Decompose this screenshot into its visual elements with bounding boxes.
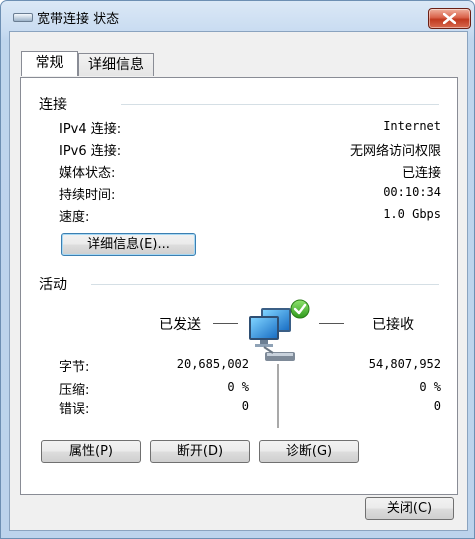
ipv6-label: IPv6 连接:	[59, 144, 122, 159]
connection-group-divider	[121, 104, 439, 105]
sent-line	[213, 323, 238, 324]
activity-group-divider	[91, 284, 439, 285]
status-dialog-window: 宽带连接 状态 常规 详细信息 连接 IPv4 连接: Internet IPv…	[0, 0, 475, 539]
network-computers-icon	[249, 299, 310, 361]
tab-general[interactable]: 常规	[21, 51, 78, 76]
close-window-button[interactable]	[428, 8, 471, 29]
tab-details[interactable]: 详细信息	[78, 53, 154, 76]
speed-value: 1.0 Gbps	[383, 207, 441, 221]
diagnose-button[interactable]: 诊断(G)	[259, 440, 359, 463]
ipv4-value: Internet	[383, 119, 441, 133]
received-label: 已接收	[372, 317, 414, 333]
general-tab-panel: 连接 IPv4 连接: Internet IPv6 连接: 无网络访问权限 媒体…	[20, 77, 458, 495]
bytes-sent-value: 20,685,002	[176, 357, 249, 371]
duration-label: 持续时间:	[59, 188, 116, 203]
title-bar[interactable]: 宽带连接 状态	[1, 1, 474, 31]
window-title: 宽带连接 状态	[37, 12, 120, 27]
errors-label: 错误:	[59, 402, 90, 417]
compression-sent-value: 0 %	[227, 380, 249, 394]
speed-label: 速度:	[59, 210, 90, 225]
errors-sent-value: 0	[241, 399, 249, 413]
dialog-client-area: 常规 详细信息 连接 IPv4 连接: Internet IPv6 连接: 无网…	[9, 31, 468, 531]
compression-received-value: 0 %	[419, 380, 441, 394]
media-state-value: 已连接	[401, 166, 441, 181]
errors-received-value: 0	[433, 399, 441, 413]
bytes-label: 字节:	[59, 360, 90, 375]
compression-label: 压缩:	[59, 383, 90, 398]
properties-button[interactable]: 属性(P)	[41, 440, 141, 463]
close-icon	[443, 13, 456, 24]
details-button[interactable]: 详细信息(E)...	[61, 233, 196, 256]
media-state-label: 媒体状态:	[59, 166, 116, 181]
activity-group-label: 活动	[39, 277, 67, 293]
ipv6-value: 无网络访问权限	[349, 144, 441, 159]
sent-label: 已发送	[159, 317, 201, 333]
bytes-received-value: 54,807,952	[368, 357, 441, 371]
ipv4-label: IPv4 连接:	[59, 122, 122, 137]
modem-icon	[13, 13, 33, 22]
close-button[interactable]: 关闭(C)	[365, 497, 454, 520]
connection-group-label: 连接	[39, 97, 67, 113]
activity-divider	[277, 364, 279, 428]
disable-button[interactable]: 断开(D)	[150, 440, 250, 463]
duration-value: 00:10:34	[383, 185, 441, 199]
received-line	[319, 323, 344, 324]
